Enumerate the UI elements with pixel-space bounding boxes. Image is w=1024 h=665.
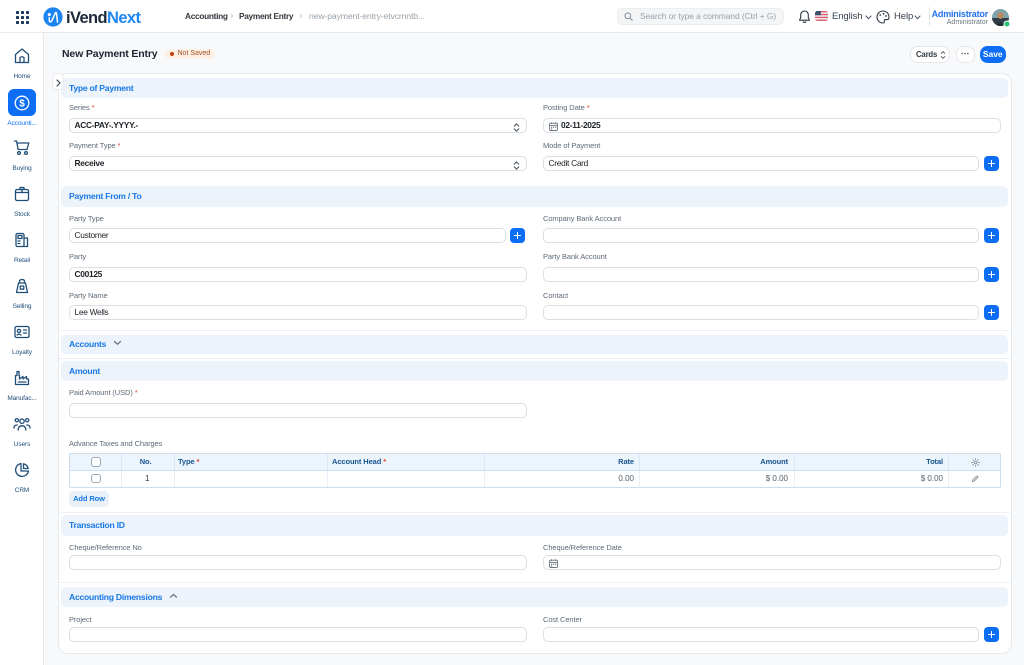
svg-text:$: $ xyxy=(19,98,25,109)
